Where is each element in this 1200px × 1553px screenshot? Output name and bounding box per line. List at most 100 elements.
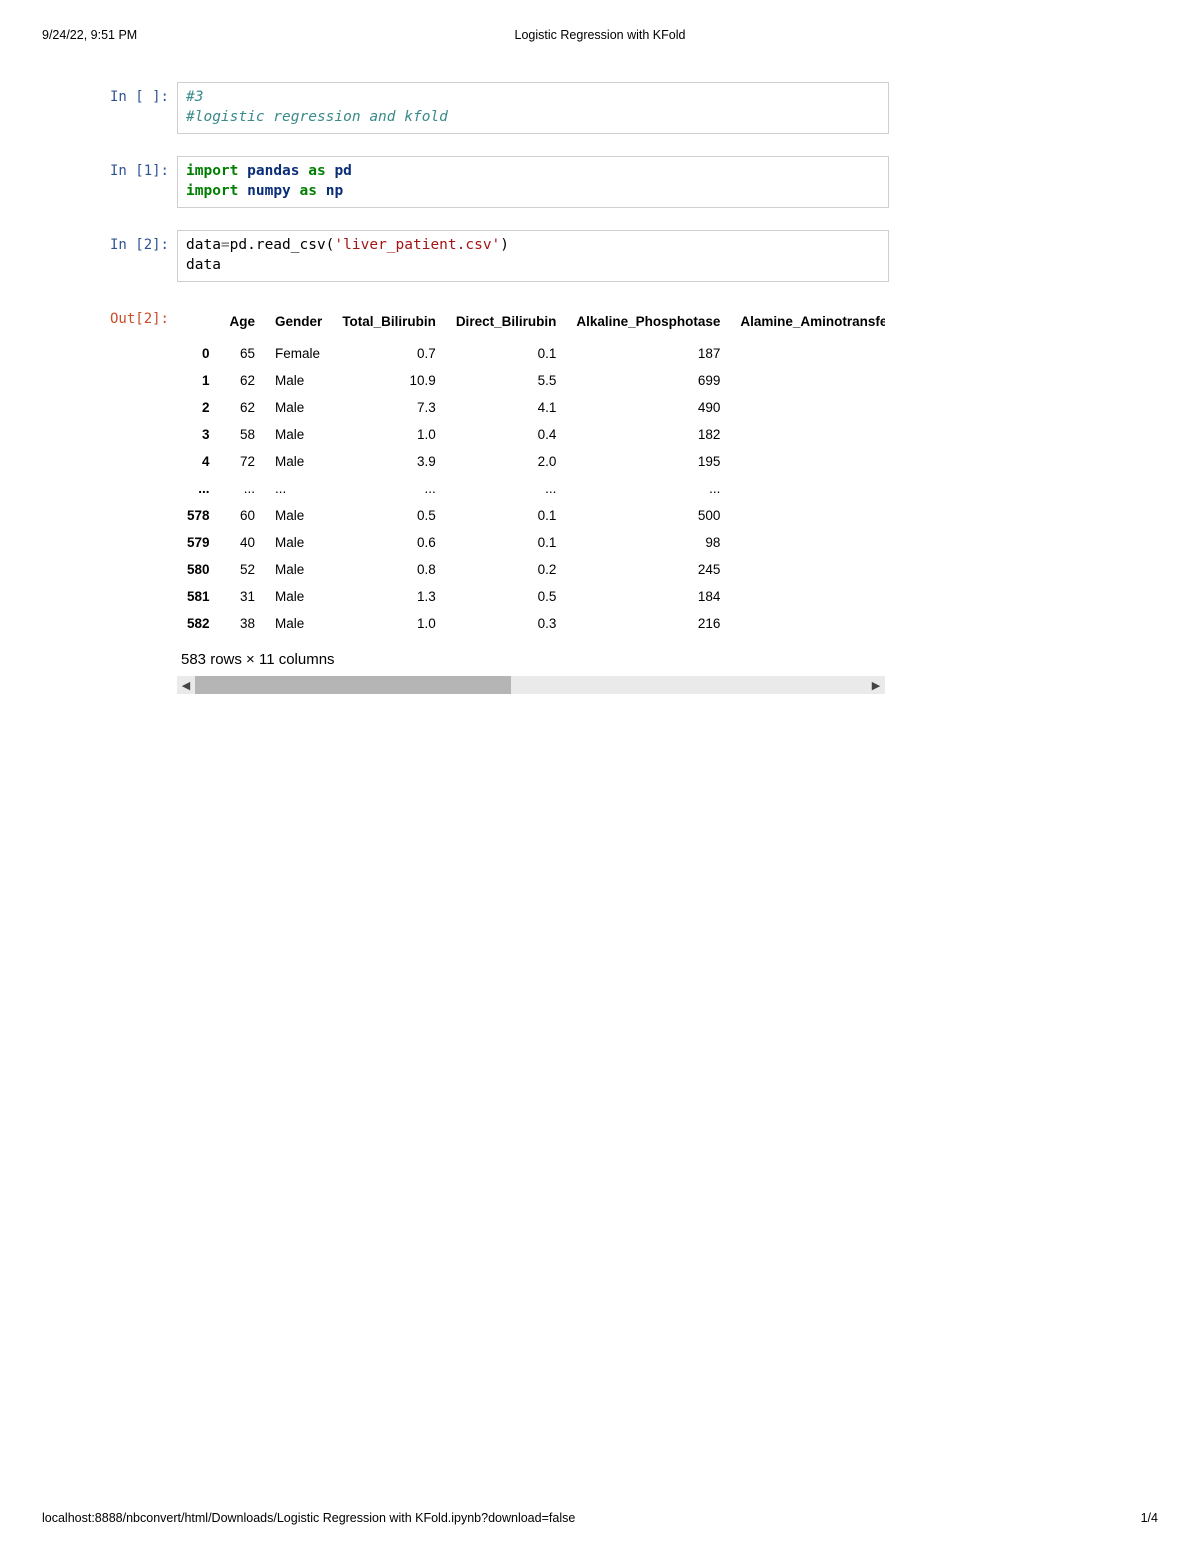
- output-prompt: Out[2]:: [97, 304, 177, 328]
- cell: 52: [220, 556, 266, 583]
- row-index: 582: [177, 610, 220, 637]
- cell: 31: [220, 583, 266, 610]
- print-header: 9/24/22, 9:51 PM Logistic Regression wit…: [42, 28, 1158, 42]
- cell: 38: [220, 610, 266, 637]
- scroll-track[interactable]: [195, 676, 867, 694]
- cell: [730, 610, 885, 637]
- cell: 1.0: [332, 421, 446, 448]
- row-index: 579: [177, 529, 220, 556]
- cell: 0.6: [332, 529, 446, 556]
- output-area: Age Gender Total_Bilirubin Direct_Biliru…: [177, 304, 889, 694]
- code-input[interactable]: #3 #logistic regression and kfold: [177, 82, 889, 134]
- table-row: 358Male1.00.4182: [177, 421, 885, 448]
- code-input[interactable]: import pandas as pd import numpy as np: [177, 156, 889, 208]
- cell: ...: [220, 475, 266, 502]
- code-input[interactable]: data=pd.read_csv('liver_patient.csv') da…: [177, 230, 889, 282]
- col-header: Direct_Bilirubin: [446, 310, 567, 340]
- table-row: 162Male10.95.5699: [177, 367, 885, 394]
- cell: 98: [566, 529, 730, 556]
- code-comment: #logistic regression and kfold: [186, 109, 448, 125]
- cell: 5.5: [446, 367, 567, 394]
- cell: 0.5: [332, 502, 446, 529]
- input-prompt: In [ ]:: [97, 82, 177, 106]
- cell: [730, 367, 885, 394]
- cell: Male: [265, 394, 332, 421]
- cell: 1.3: [332, 583, 446, 610]
- col-header: Alkaline_Phosphotase: [566, 310, 730, 340]
- cell: ...: [446, 475, 567, 502]
- call-close: ): [500, 237, 509, 253]
- cell: 216: [566, 610, 730, 637]
- row-index: ...: [177, 475, 220, 502]
- cell: Male: [265, 448, 332, 475]
- cell: 245: [566, 556, 730, 583]
- table-row: 472Male3.92.0195: [177, 448, 885, 475]
- cell: [730, 502, 885, 529]
- print-footer: localhost:8888/nbconvert/html/Downloads/…: [42, 1511, 1158, 1525]
- input-prompt: In [2]:: [97, 230, 177, 254]
- cell: [730, 421, 885, 448]
- row-index: 1: [177, 367, 220, 394]
- table-row: 065Female0.70.1187: [177, 340, 885, 368]
- cell: [730, 556, 885, 583]
- cell: 490: [566, 394, 730, 421]
- code-cell: In [1]: import pandas as pd import numpy…: [97, 156, 889, 208]
- cell: [730, 475, 885, 502]
- cell: [730, 529, 885, 556]
- row-index: 2: [177, 394, 220, 421]
- cell: 0.5: [446, 583, 567, 610]
- output-cell: Out[2]: Age Gender Total_Bilirubin Direc…: [97, 304, 889, 694]
- row-index: 4: [177, 448, 220, 475]
- op-assign: =: [221, 237, 230, 253]
- cell: Male: [265, 367, 332, 394]
- col-header: Age: [220, 310, 266, 340]
- row-index: 578: [177, 502, 220, 529]
- cell: [730, 394, 885, 421]
- row-index: 580: [177, 556, 220, 583]
- row-index: 3: [177, 421, 220, 448]
- table-row: 58131Male1.30.5184: [177, 583, 885, 610]
- cell: 4.1: [446, 394, 567, 421]
- alias-name: np: [326, 183, 343, 199]
- kw-as: as: [308, 163, 325, 179]
- cell: Male: [265, 502, 332, 529]
- cell: 184: [566, 583, 730, 610]
- cell: Male: [265, 610, 332, 637]
- print-page-number: 1/4: [1141, 1511, 1158, 1525]
- cell: 0.2: [446, 556, 567, 583]
- cell: Male: [265, 529, 332, 556]
- scroll-left-arrow-icon[interactable]: ◀: [177, 676, 195, 694]
- cell: 0.1: [446, 529, 567, 556]
- row-index: 581: [177, 583, 220, 610]
- table-header-row: Age Gender Total_Bilirubin Direct_Biliru…: [177, 310, 885, 340]
- cell: Male: [265, 556, 332, 583]
- cell: 187: [566, 340, 730, 368]
- code-cell: In [2]: data=pd.read_csv('liver_patient.…: [97, 230, 889, 282]
- cell: 7.3: [332, 394, 446, 421]
- notebook-content: In [ ]: #3 #logistic regression and kfol…: [97, 82, 889, 700]
- cell: [730, 340, 885, 368]
- kw-import: import: [186, 183, 238, 199]
- scroll-right-arrow-icon[interactable]: ▶: [867, 676, 885, 694]
- input-prompt: In [1]:: [97, 156, 177, 180]
- scroll-thumb[interactable]: [195, 676, 511, 694]
- horizontal-scrollbar[interactable]: ◀ ▶: [177, 676, 885, 694]
- table-row: 57940Male0.60.198: [177, 529, 885, 556]
- code-cell: In [ ]: #3 #logistic regression and kfol…: [97, 82, 889, 134]
- dataframe-shape-caption: 583 rows × 11 columns: [181, 651, 889, 668]
- cell: 0.1: [446, 340, 567, 368]
- cell: 40: [220, 529, 266, 556]
- cell: 60: [220, 502, 266, 529]
- identifier: data: [186, 257, 221, 273]
- cell: 0.3: [446, 610, 567, 637]
- cell: Male: [265, 583, 332, 610]
- cell: 62: [220, 394, 266, 421]
- cell: 182: [566, 421, 730, 448]
- cell: 0.1: [446, 502, 567, 529]
- cell: 58: [220, 421, 266, 448]
- cell: 10.9: [332, 367, 446, 394]
- kw-as: as: [300, 183, 317, 199]
- identifier: data: [186, 237, 221, 253]
- dataframe-clip: Age Gender Total_Bilirubin Direct_Biliru…: [177, 310, 885, 637]
- string-literal: 'liver_patient.csv': [334, 237, 500, 253]
